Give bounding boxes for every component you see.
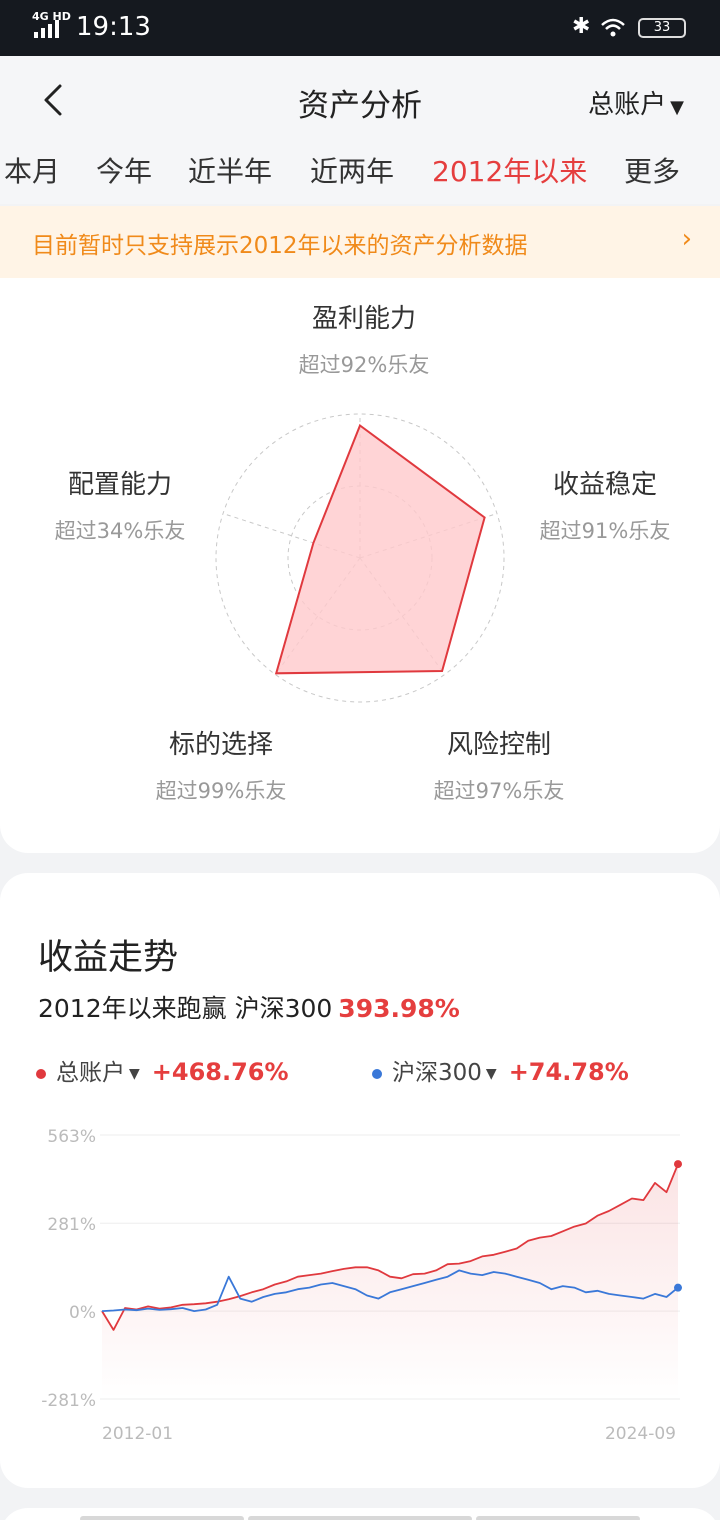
top-nav: 资产分析 总账户 ▼ (0, 56, 720, 144)
legend-value: +468.76% (151, 1058, 289, 1086)
status-bar: 4G HD 19:13 ✱ 33 (0, 0, 720, 56)
legend-value: +74.78% (508, 1058, 629, 1086)
battery-icon: 33 (638, 18, 686, 38)
placeholder-bar (476, 1516, 640, 1520)
x-tick-label: 2024-09 (605, 1424, 676, 1444)
radar-axis-pct: 超过99%乐友 (155, 779, 287, 803)
section-title: 收益走势 (38, 938, 179, 978)
radar-label-allocation: 配置能力 超过34%乐友 (0, 464, 240, 545)
x-tick-label: 2012-01 (102, 1424, 173, 1444)
notice-text: 目前暂时只支持展示2012年以来的资产分析数据 (32, 233, 528, 259)
radar-axis-pct: 超过97%乐友 (433, 779, 565, 803)
tab-since-2012[interactable]: 2012年以来 (432, 150, 587, 190)
wifi-icon (601, 18, 625, 37)
y-tick-label: -281% (41, 1391, 96, 1411)
bluetooth-icon: ✱ (572, 14, 591, 39)
caret-down-icon: ▼ (129, 1065, 140, 1082)
account-label: 总账户 (588, 90, 667, 120)
caret-down-icon: ▼ (485, 1065, 497, 1082)
radar-axis-name: 收益稳定 (552, 470, 657, 500)
legend-account[interactable]: 总账户 ▼ +468.76% (36, 1053, 289, 1087)
radar-axis-pct: 超过91%乐友 (539, 519, 671, 543)
caret-down-icon: ▼ (670, 97, 684, 118)
next-card (0, 1508, 720, 1520)
legend-name: 沪深300 (392, 1060, 482, 1086)
period-tabs: 本月 今年 近半年 近两年 2012年以来 更多 (0, 144, 720, 204)
radar-label-selection: 标的选择 超过99%乐友 (101, 724, 341, 805)
tab-this-month[interactable]: 本月 (4, 150, 60, 190)
clock: 19:13 (76, 12, 151, 42)
notice-banner[interactable]: 目前暂时只支持展示2012年以来的资产分析数据 › (0, 206, 720, 278)
series-end-point (674, 1160, 682, 1169)
y-tick-label: 563% (47, 1127, 96, 1147)
legend-dot (36, 1068, 46, 1079)
y-tick-label: 281% (47, 1215, 96, 1235)
radar-axis-name: 标的选择 (168, 730, 273, 760)
tab-two-years[interactable]: 近两年 (310, 150, 394, 190)
summary-value: 393.98% (338, 994, 460, 1023)
legend-name: 总账户 (56, 1060, 125, 1086)
outperform-summary: 2012年以来跑赢 沪深300 393.98% (38, 989, 460, 1025)
return-trend-card: 563% 281% 0% -281% 2012-01 2024-09 收益走势 2012年… (0, 873, 720, 1488)
summary-text: 2012年以来跑赢 沪深300 (38, 994, 333, 1023)
legend-dot (372, 1068, 382, 1079)
radar-axis-pct: 超过34%乐友 (54, 519, 186, 543)
signal-icon (34, 20, 59, 38)
radar-axis-name: 盈利能力 (311, 304, 416, 334)
radar-label-risk: 风险控制 超过97%乐友 (379, 724, 619, 805)
radar-area (274, 423, 486, 675)
series-end-point (674, 1283, 682, 1292)
placeholder-bar (248, 1516, 472, 1520)
radar-label-stability: 收益稳定 超过91%乐友 (485, 464, 720, 545)
tab-half-year[interactable]: 近半年 (188, 150, 272, 190)
radar-axis-name: 风险控制 (446, 730, 551, 760)
tab-this-year[interactable]: 今年 (96, 150, 152, 190)
chevron-right-icon: › (681, 224, 692, 254)
radar-axis-pct: 超过92%乐友 (298, 353, 430, 377)
tab-more[interactable]: 更多 (624, 150, 680, 190)
radar-axis-name: 配置能力 (67, 470, 172, 500)
legend-benchmark[interactable]: 沪深300 ▼ +74.78% (372, 1053, 629, 1087)
series-area (102, 1164, 678, 1399)
radar-label-profit: 盈利能力 超过92%乐友 (244, 298, 484, 379)
placeholder-bar (80, 1516, 244, 1520)
ability-radar-card: 盈利能力 超过92%乐友 收益稳定 超过91%乐友 风险控制 超过97%乐友 标… (0, 278, 720, 853)
y-tick-label: 0% (69, 1303, 96, 1323)
account-selector[interactable]: 总账户 ▼ (588, 84, 684, 121)
